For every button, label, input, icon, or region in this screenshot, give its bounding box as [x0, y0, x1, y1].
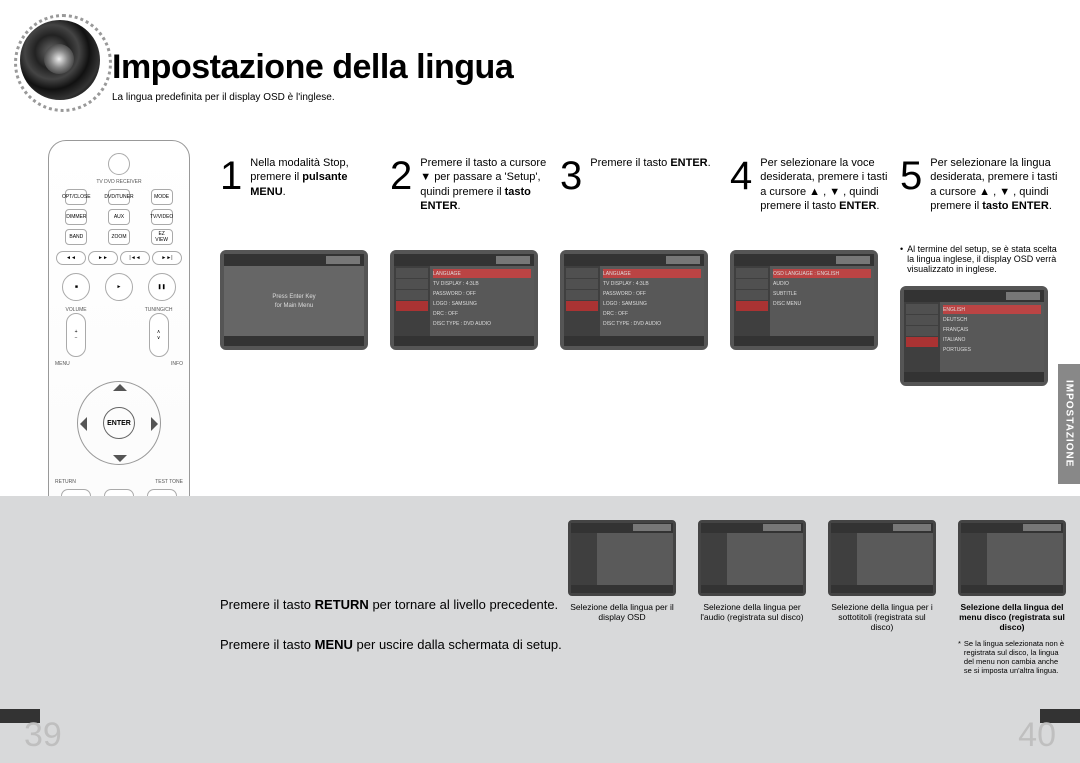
mini-4: Selezione della lingua del menu disco (r…	[958, 520, 1066, 675]
mini-2: Selezione della lingua per l'audio (regi…	[698, 520, 806, 675]
step-2: 2 Premere il tasto a cursore ▼ per passa…	[390, 156, 550, 386]
screenshot-2: LANGUAGE TV DISPLAY : 4:3LB PASSWORD : O…	[390, 250, 538, 350]
mini-3: Selezione della lingua per i sottotitoli…	[828, 520, 936, 675]
step5-footnote: •Al termine del setup, se è stata scelta…	[900, 244, 1060, 274]
page-number-right: 40	[1018, 716, 1056, 755]
step-1: 1 Nella modalità Stop, premere il pulsan…	[220, 156, 380, 386]
screenshot-4: OSD LANGUAGE : ENGLISH AUDIO SUBTITLE DI…	[730, 250, 878, 350]
step-5: 5 Per selezionare la lingua desiderata, …	[900, 156, 1060, 386]
page-number-left: 39	[24, 716, 62, 755]
screenshot-5: ENGLISH DEUTSCH FRANÇAIS ITALIANO PORTUG…	[900, 286, 1048, 386]
footer-notes: Premere il tasto RETURN per tornare al l…	[220, 596, 580, 676]
screenshot-1: Press Enter Keyfor Main Menu	[220, 250, 368, 350]
mini-1: Selezione della lingua per il display OS…	[568, 520, 676, 675]
speaker-decor	[20, 20, 100, 100]
mini-screens-row: Selezione della lingua per il display OS…	[568, 520, 1060, 675]
step-3: 3 Premere il tasto ENTER. LANGUAGE TV DI…	[560, 156, 720, 386]
page-title: Impostazione della lingua	[112, 48, 513, 87]
steps-row: 1 Nella modalità Stop, premere il pulsan…	[220, 156, 1060, 386]
screenshot-3: LANGUAGE TV DISPLAY : 4:3LB PASSWORD : O…	[560, 250, 708, 350]
section-side-tab: IMPOSTAZIONE	[1058, 364, 1080, 484]
step-4: 4 Per selezionare la voce desiderata, pr…	[730, 156, 890, 386]
page-subtitle: La lingua predefinita per il display OSD…	[112, 92, 335, 103]
